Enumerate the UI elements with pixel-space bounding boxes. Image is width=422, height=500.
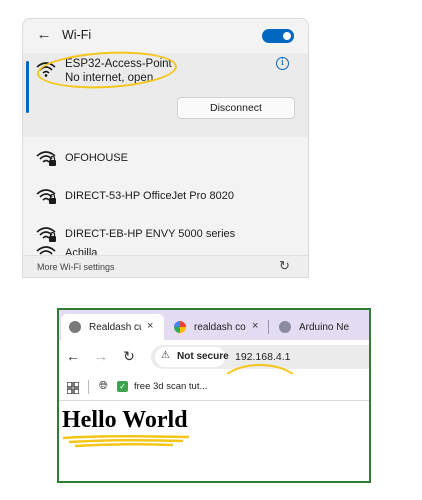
tab-arduino-forum[interactable]: Arduino Ne (271, 314, 369, 340)
disconnect-button[interactable]: Disconnect (177, 97, 295, 119)
toggle-knob (283, 32, 291, 40)
selected-accent-bar (26, 61, 29, 113)
google-icon (174, 321, 186, 333)
refresh-icon[interactable]: ↻ (279, 259, 293, 273)
page-content: Hello World (59, 401, 369, 481)
tab-strip: Realdash cu × realdash co × Arduino Ne (59, 310, 369, 340)
network-item[interactable]: DIRECT-53-HP OfficeJet Pro 8020 (23, 178, 308, 216)
warning-icon: ⚠ (161, 350, 170, 361)
checkmark-icon: ✓ (117, 381, 128, 392)
wifi-footer: More Wi-Fi settings ↻ (23, 255, 308, 277)
close-icon[interactable]: × (147, 320, 153, 332)
wifi-toggle[interactable] (262, 29, 294, 43)
wifi-secured-icon (35, 225, 57, 243)
more-wifi-settings-link[interactable]: More Wi-Fi settings (37, 262, 115, 272)
browser-toolbar: ← → ↻ ⚠ Not secure 192.168.4.1 (59, 340, 369, 406)
reload-icon[interactable]: ↻ (121, 348, 137, 364)
tab-separator (268, 320, 269, 334)
wifi-title: Wi-Fi (62, 28, 92, 42)
security-chip[interactable]: ⚠ Not secure (155, 347, 229, 367)
back-arrow-icon[interactable]: ← (35, 26, 53, 44)
bookmark-separator (88, 380, 89, 394)
tab-realdash[interactable]: Realdash cu × (61, 314, 164, 340)
highlight-annotation-oval (36, 48, 178, 92)
tab-title: realdash co (194, 322, 246, 333)
connected-network[interactable]: ESP32-Access-Point No internet, open i D… (23, 48, 308, 137)
bookmark-item[interactable]: free 3d scan tut... (134, 381, 207, 392)
bookmarks-bar: 🌐︎ ✓ free 3d scan tut... (59, 374, 369, 401)
security-label: Not secure (177, 351, 229, 362)
wifi-secured-icon (35, 187, 57, 205)
browser-window: Realdash cu × realdash co × Arduino Ne ←… (57, 308, 371, 483)
close-icon[interactable]: × (252, 320, 258, 332)
network-name: DIRECT-EB-HP ENVY 5000 series (65, 228, 236, 240)
tab-google-search[interactable]: realdash co × (166, 314, 269, 340)
wifi-secured-icon (35, 149, 57, 167)
forward-arrow-icon[interactable]: → (93, 348, 109, 364)
network-name: OFOHOUSE (65, 152, 128, 164)
network-item[interactable]: OFOHOUSE (23, 140, 308, 178)
apps-grid-icon[interactable] (66, 381, 80, 395)
wifi-flyout: ← Wi-Fi ESP32-Access-Point No internet, … (22, 18, 309, 278)
back-arrow-icon[interactable]: ← (65, 348, 81, 364)
page-heading: Hello World (62, 407, 188, 433)
wifi-header: ← Wi-Fi (23, 19, 308, 53)
realdash-icon (69, 321, 81, 333)
info-icon[interactable]: i (276, 57, 289, 70)
tab-title: Realdash cu (89, 322, 141, 333)
highlight-underline-squiggle (62, 434, 190, 448)
arduino-forum-icon (279, 321, 291, 333)
url-text: 192.168.4.1 (235, 351, 291, 363)
network-name: DIRECT-53-HP OfficeJet Pro 8020 (65, 190, 234, 202)
tab-title: Arduino Ne (299, 322, 350, 333)
globe-icon[interactable]: 🌐︎ (99, 380, 108, 393)
